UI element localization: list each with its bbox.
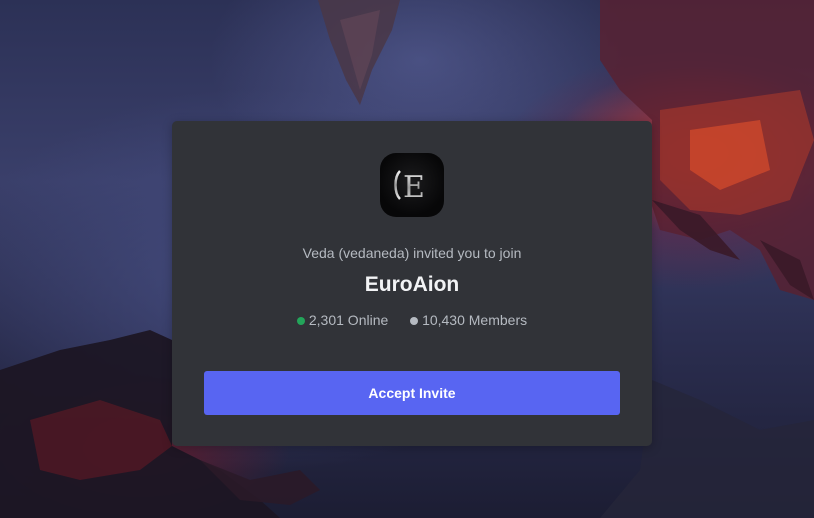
invite-card: E Veda (vedaneda) invited you to join Eu… [172,121,652,446]
member-count: 10,430 Members [410,312,527,328]
server-logo-graphic: E [394,169,425,205]
server-stats: 2,301 Online 10,430 Members [172,311,652,328]
online-count: 2,301 Online [296,312,389,329]
online-dot-icon [296,316,305,325]
logo-letter: E [403,170,425,205]
server-name: EuroAion [364,273,460,296]
members-text: 10,430 Members [422,312,528,329]
accept-invite-button[interactable]: Accept Invite [204,371,620,415]
inviter-text: Veda (vedaneda) invited you to join [302,245,522,261]
euroaion-logo-icon: E [380,153,444,217]
members-dot-icon [410,316,419,325]
online-text: 2,301 Online [308,312,389,329]
